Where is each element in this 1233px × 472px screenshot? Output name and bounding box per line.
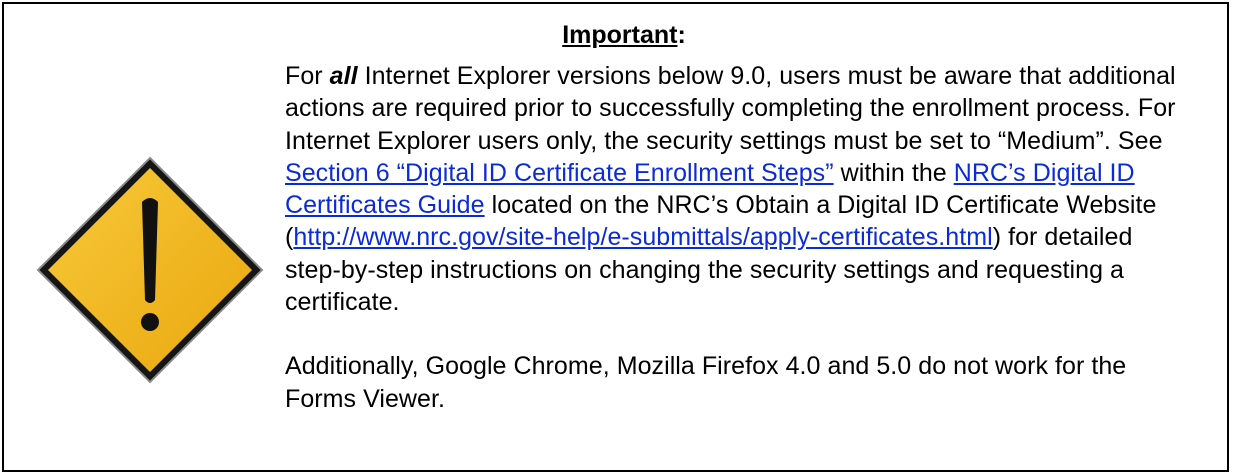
paragraph-1-text-a: For	[285, 62, 330, 90]
important-notice-box: Important: For all Internet Explorer ver…	[2, 2, 1229, 472]
notice-title-word: Important	[562, 21, 678, 49]
emphasis-all: all	[329, 62, 358, 90]
paragraph-1-text-b: Internet Explorer versions below 9.0, us…	[285, 62, 1176, 155]
paragraph-1-text-c: within the	[833, 158, 954, 187]
section-6-link[interactable]: Section 6 “Digital ID Certificate Enroll…	[285, 159, 834, 187]
warning-icon	[36, 156, 264, 384]
notice-paragraph-1: For all Internet Explorer versions below…	[285, 60, 1185, 318]
notice-title-colon: :	[677, 21, 686, 49]
exclamation-dot	[141, 313, 159, 331]
apply-certificates-url-link[interactable]: http://www.nrc.gov/site-help/e-submittal…	[293, 223, 992, 251]
notice-paragraph-2: Additionally, Google Chrome, Mozilla Fir…	[285, 352, 1127, 413]
notice-title: Important:	[4, 20, 1227, 50]
notice-body: For all Internet Explorer versions below…	[285, 60, 1185, 415]
